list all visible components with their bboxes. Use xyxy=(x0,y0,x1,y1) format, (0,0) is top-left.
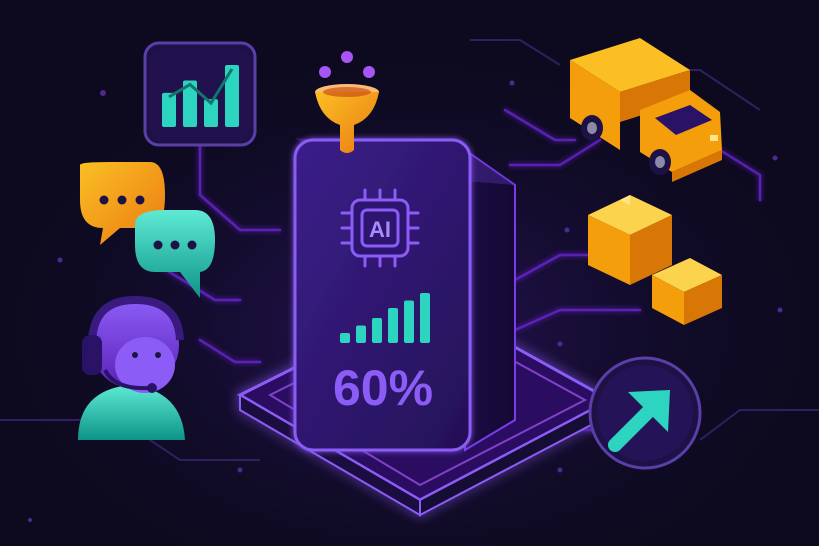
chart-bar xyxy=(162,92,176,127)
bar-chart-card xyxy=(143,41,257,147)
illustration-scene: AI 60% xyxy=(0,0,819,546)
metric-value: 60% xyxy=(333,360,433,416)
ai-chip-label: AI xyxy=(369,217,391,242)
signal-bar xyxy=(420,293,430,343)
headset-agent-icon xyxy=(78,295,185,440)
signal-bar xyxy=(372,318,382,343)
signal-bar xyxy=(340,333,350,343)
arrow-up-right-button xyxy=(588,356,702,470)
signal-bar xyxy=(404,300,414,343)
signal-bar xyxy=(356,325,366,343)
signal-bar xyxy=(388,308,398,343)
